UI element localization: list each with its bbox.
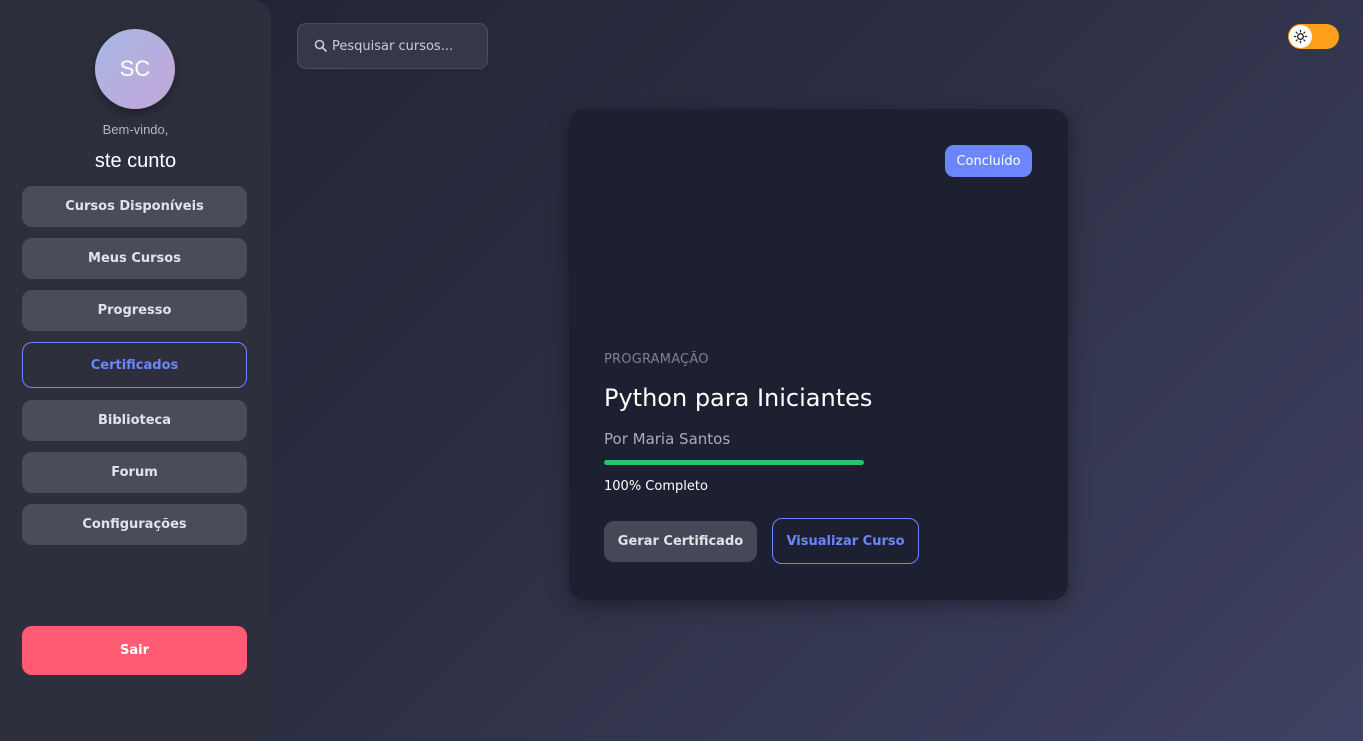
view-course-button[interactable]: Visualizar Curso [772, 518, 919, 564]
course-category: PROGRAMAÇÃO [604, 352, 709, 367]
search-input[interactable] [332, 38, 482, 54]
sidebar: SC Bem-vindo, ste cunto Cursos Disponíve… [0, 0, 271, 741]
sidebar-item-meus-cursos[interactable]: Meus Cursos [22, 238, 247, 279]
course-author: Por Maria Santos [604, 430, 731, 448]
progress-bar-fill [604, 460, 864, 465]
sidebar-item-label: Meus Cursos [88, 251, 181, 266]
theme-toggle[interactable] [1288, 24, 1339, 49]
sidebar-item-label: Configurações [82, 517, 187, 532]
view-course-label: Visualizar Curso [786, 533, 905, 549]
sidebar-item-forum[interactable]: Forum [22, 452, 247, 493]
sidebar-item-progresso[interactable]: Progresso [22, 290, 247, 331]
progress-bar [604, 460, 864, 465]
sidebar-item-label: Cursos Disponíveis [65, 199, 204, 214]
username: ste cunto [94, 150, 177, 172]
generate-certificate-label: Gerar Certificado [617, 534, 744, 549]
sidebar-item-configuracoes[interactable]: Configurações [22, 504, 247, 545]
sidebar-item-biblioteca[interactable]: Biblioteca [22, 400, 247, 441]
sidebar-item-certificados[interactable]: Certificados [22, 342, 247, 388]
status-badge-label: Concluído [956, 153, 1021, 169]
logout-label: Sair [119, 643, 149, 658]
sun-icon [1289, 25, 1312, 48]
sidebar-item-label: Biblioteca [97, 413, 172, 428]
progress-text: 100% Completo [604, 479, 708, 494]
avatar-initials: SC [119, 56, 151, 81]
logout-button[interactable]: Sair [22, 626, 247, 675]
sidebar-item-cursos-disponiveis[interactable]: Cursos Disponíveis [22, 186, 247, 227]
welcome-text: Bem-vindo, [102, 122, 169, 137]
course-title: Python para Iniciantes [604, 384, 873, 412]
search-icon [313, 38, 329, 54]
course-card: Concluído PROGRAMAÇÃO Python para Inicia… [569, 109, 1068, 600]
avatar: SC [95, 29, 175, 109]
status-badge: Concluído [945, 145, 1032, 177]
sidebar-item-label: Forum [111, 465, 158, 480]
generate-certificate-button[interactable]: Gerar Certificado [604, 521, 757, 562]
search-box[interactable] [297, 23, 488, 69]
sidebar-item-label: Progresso [97, 303, 172, 318]
sidebar-item-label: Certificados [90, 357, 179, 373]
